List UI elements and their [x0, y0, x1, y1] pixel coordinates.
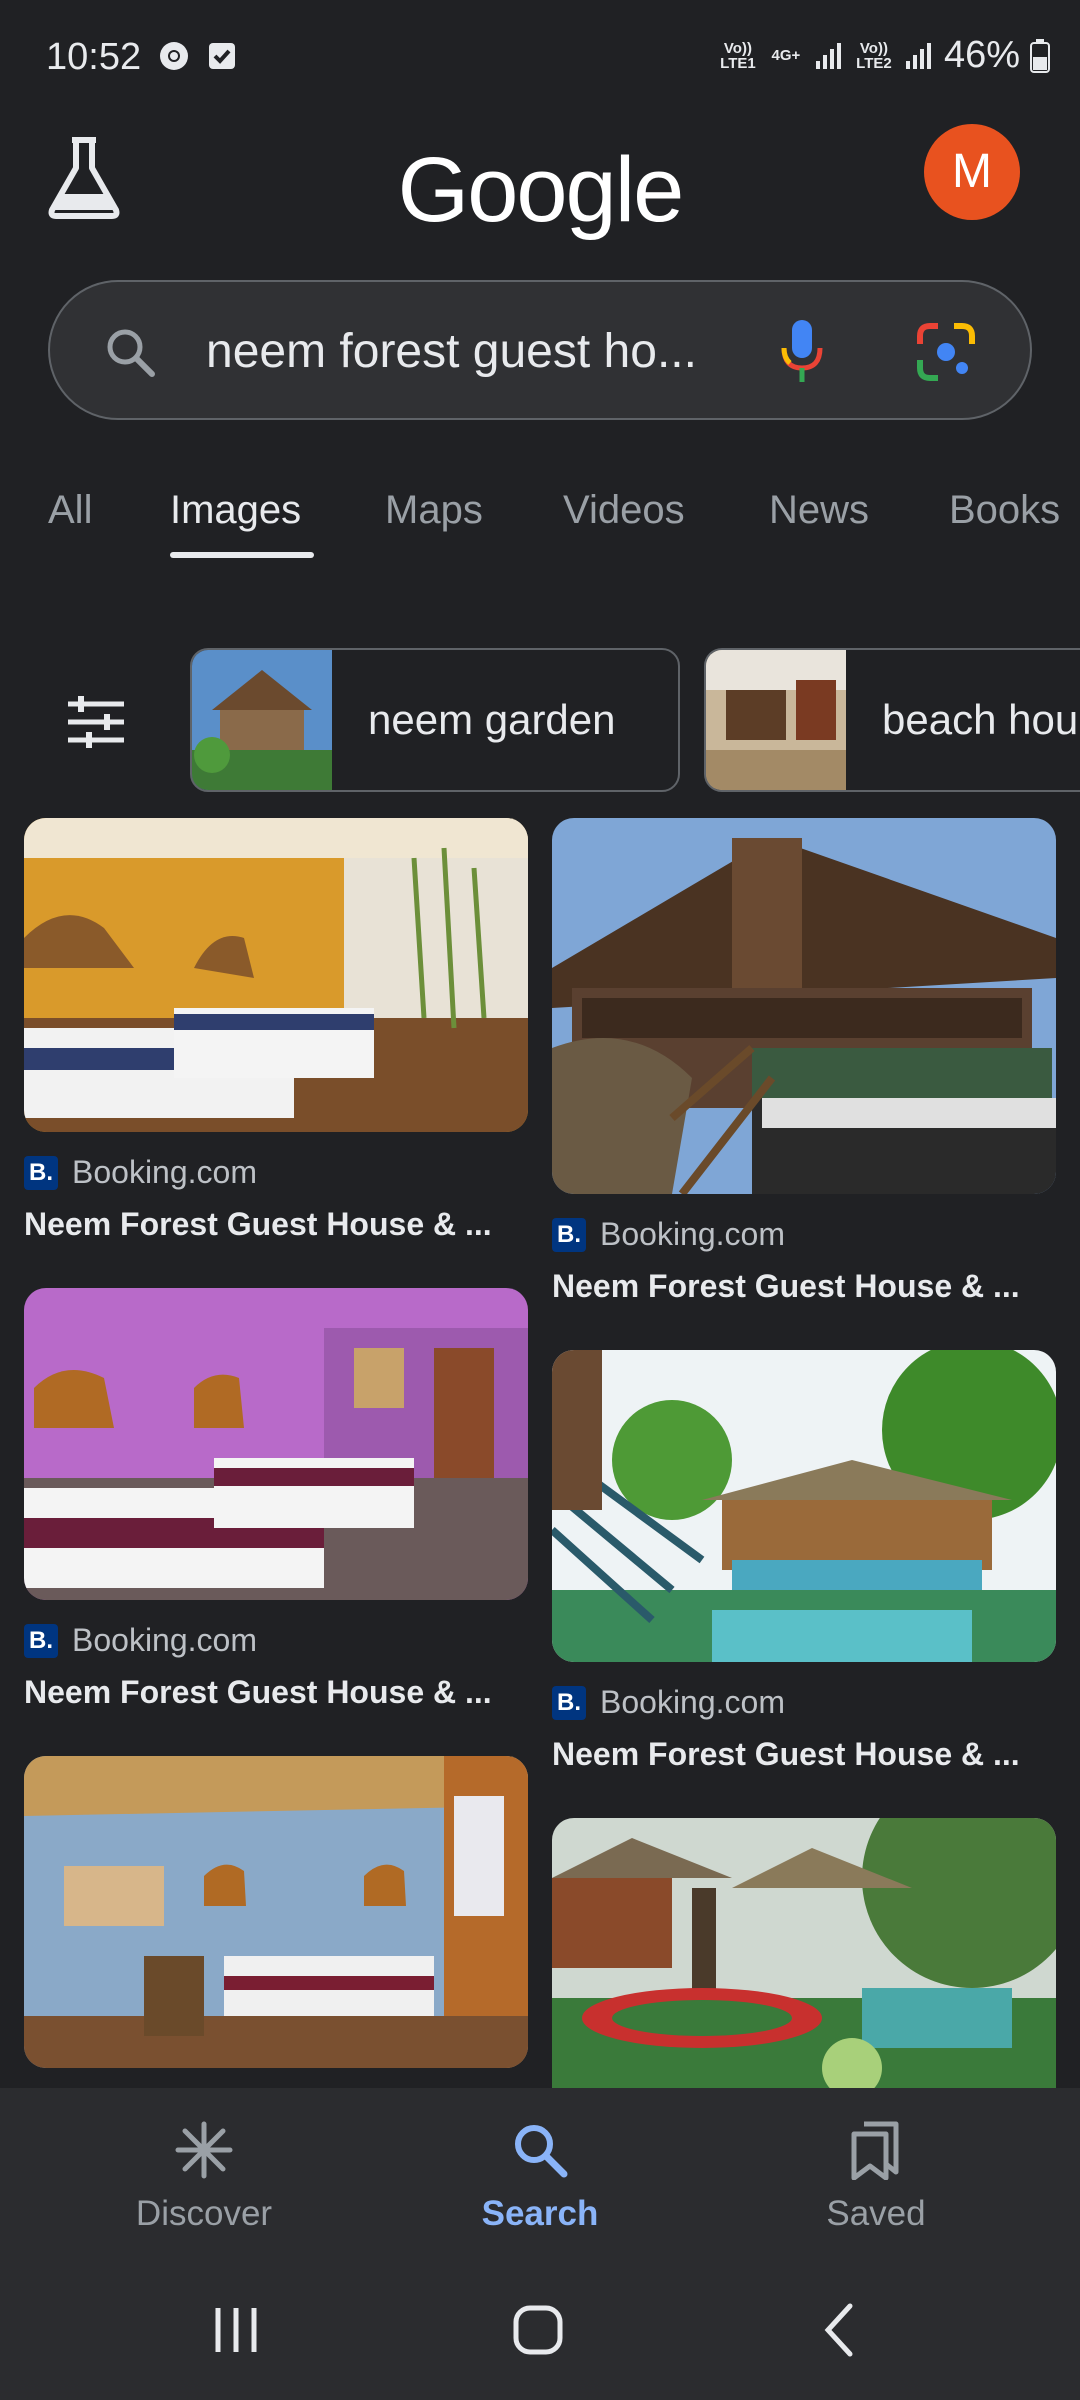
source-name: Booking.com — [72, 1622, 257, 1658]
tab-images[interactable]: Images — [170, 488, 301, 533]
search-query[interactable]: neem forest guest ho... — [206, 324, 697, 379]
booking-logo-icon: B. — [552, 1217, 586, 1252]
avatar[interactable]: M — [924, 124, 1020, 220]
result-source-2[interactable]: B. Booking.com — [552, 1216, 785, 1253]
signal-icon — [815, 42, 841, 69]
network-label: 4G+ — [771, 47, 801, 64]
nav-saved[interactable]: Saved — [726, 2088, 1026, 2256]
google-logo: Google — [397, 139, 685, 241]
status-right: Vo)) LTE1 4G+ Vo)) LTE2 46% — [718, 34, 1050, 77]
tab-videos[interactable]: Videos — [563, 488, 685, 533]
chip-thumbnail — [706, 650, 846, 790]
source-name: Booking.com — [600, 1684, 785, 1720]
nav-label: Discover — [135, 2194, 273, 2233]
sim2-label: Vo)) LTE2 — [856, 39, 892, 72]
status-time: 10:52 — [46, 36, 142, 78]
result-image-6[interactable] — [552, 1818, 1056, 2118]
bottom-navigation: Discover Search Saved — [0, 2088, 1080, 2256]
tab-news[interactable]: News — [769, 488, 869, 533]
home-icon[interactable] — [508, 2300, 568, 2360]
source-name: Booking.com — [600, 1216, 785, 1252]
chip-label: beach hou — [882, 696, 1079, 743]
result-source-4[interactable]: B. Booking.com — [552, 1684, 785, 1721]
bookmarks-icon — [851, 2121, 899, 2180]
source-name: Booking.com — [72, 1154, 257, 1190]
nav-search[interactable]: Search — [390, 2088, 690, 2256]
search-tabs: All Images Maps Videos News Books — [0, 480, 1080, 560]
recent-apps-icon[interactable] — [206, 2300, 266, 2360]
result-source-3[interactable]: B. Booking.com — [24, 1622, 257, 1659]
chrome-icon — [160, 42, 188, 70]
result-image-2[interactable] — [552, 818, 1056, 1194]
tab-books[interactable]: Books — [949, 488, 1060, 533]
result-title-4[interactable]: Neem Forest Guest House & ... — [552, 1736, 1020, 1773]
search-bar[interactable]: neem forest guest ho... — [48, 280, 1032, 420]
nav-discover[interactable]: Discover — [54, 2088, 354, 2256]
chip-thumbnail — [192, 650, 332, 790]
signal-icon-2 — [905, 42, 931, 69]
booking-logo-icon: B. — [24, 1623, 58, 1658]
battery-percent: 46% — [943, 34, 1020, 76]
google-lens-icon[interactable] — [916, 322, 976, 382]
result-image-5[interactable] — [24, 1756, 528, 2068]
nav-label: Search — [481, 2194, 599, 2233]
booking-logo-icon: B. — [24, 1155, 58, 1190]
result-source-1[interactable]: B. Booking.com — [24, 1154, 257, 1191]
chip-label: neem garden — [368, 696, 616, 743]
sim1-label: Vo)) LTE1 — [720, 39, 756, 72]
filter-sliders-icon[interactable] — [64, 690, 128, 754]
status-bar: 10:52 Vo)) LTE1 4G+ Vo)) LTE2 46% — [0, 0, 1080, 120]
microphone-icon[interactable] — [776, 318, 828, 386]
result-image-1[interactable] — [24, 818, 528, 1132]
battery-icon — [1030, 38, 1050, 73]
system-navigation-bar — [0, 2256, 1080, 2400]
search-icon — [515, 2125, 568, 2178]
booking-logo-icon: B. — [552, 1685, 586, 1720]
tab-all[interactable]: All — [48, 488, 92, 533]
asterisk-icon — [175, 2121, 233, 2179]
result-title-2[interactable]: Neem Forest Guest House & ... — [552, 1268, 1020, 1305]
nav-label: Saved — [826, 2194, 926, 2233]
result-title-3[interactable]: Neem Forest Guest House & ... — [24, 1674, 492, 1711]
back-icon[interactable] — [810, 2300, 870, 2360]
result-title-1[interactable]: Neem Forest Guest House & ... — [24, 1206, 492, 1243]
search-icon — [107, 329, 155, 377]
result-image-4[interactable] — [552, 1350, 1056, 1662]
chip-neem-garden[interactable]: neem garden — [190, 648, 680, 792]
chip-beach-house[interactable]: beach hou — [704, 648, 1080, 792]
tab-maps[interactable]: Maps — [385, 488, 483, 533]
active-tab-indicator — [170, 552, 314, 558]
result-image-3[interactable] — [24, 1288, 528, 1600]
checkbox-notification-icon — [209, 43, 235, 69]
